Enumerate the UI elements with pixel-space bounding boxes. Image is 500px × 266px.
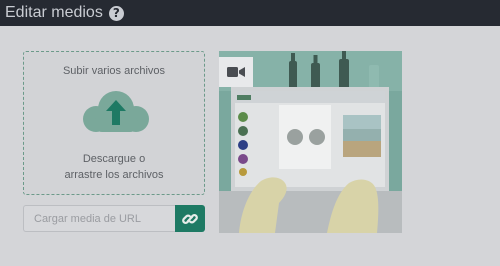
cloud-upload-icon [83,91,149,132]
upload-dropzone[interactable]: Subir varios archivos Descargue o arrast… [23,51,205,195]
url-upload-row [23,205,205,232]
link-button[interactable] [175,205,205,232]
video-badge [219,57,253,87]
upload-description: Descargue o arrastre los archivos [24,151,204,183]
help-icon[interactable]: ? [108,5,124,21]
upload-title: Subir varios archivos [62,65,166,77]
upload-desc-line1: Descargue o [82,153,146,165]
link-icon [182,213,198,224]
modal-header: Editar medios ? [0,0,500,26]
modal-title: Editar medios [5,4,103,21]
upload-desc-line2: arrastre los archivos [64,169,164,181]
url-input[interactable] [23,205,175,232]
video-camera-icon [227,67,245,77]
